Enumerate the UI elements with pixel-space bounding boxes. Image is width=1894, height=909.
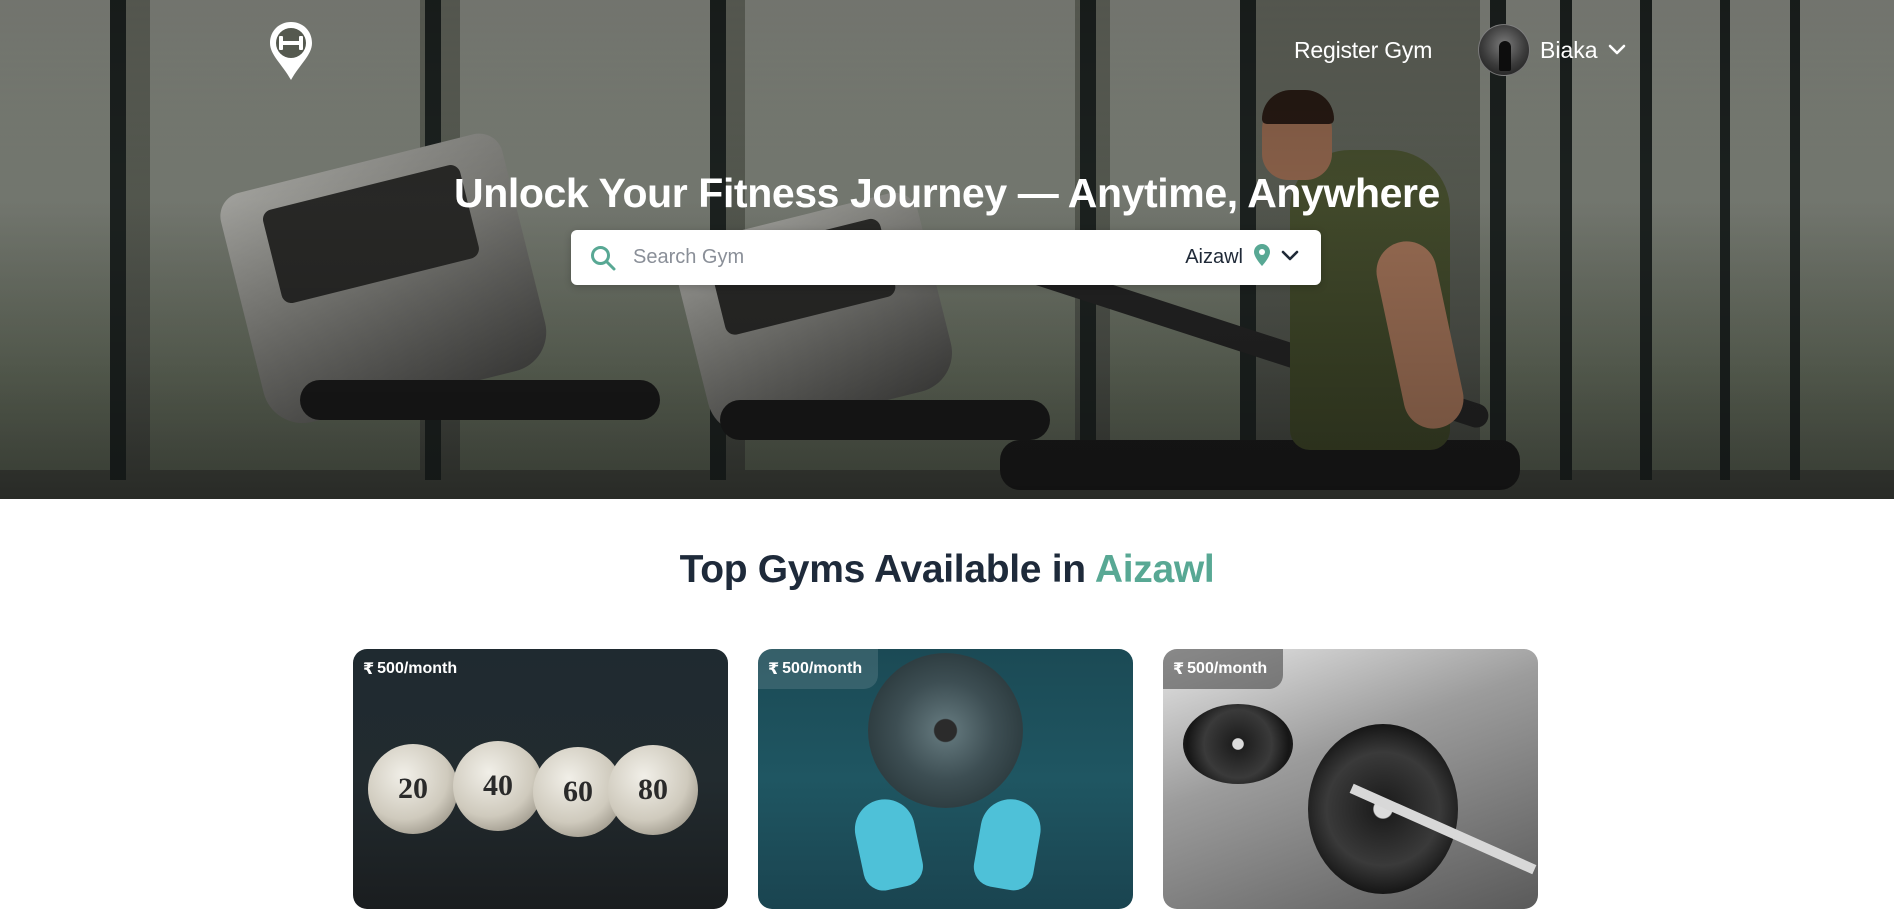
price-text: 500/month xyxy=(782,660,863,677)
rupee-symbol: ₹ xyxy=(1173,661,1185,678)
gym-card-list: 20 40 60 80 ₹ 500/month ₹ 500/month ₹ 50… xyxy=(353,649,1538,909)
chevron-down-icon[interactable] xyxy=(1608,44,1626,56)
search-icon xyxy=(589,244,617,272)
price-badge: ₹ 500/month xyxy=(758,649,879,689)
section-title-prefix: Top Gyms Available in xyxy=(679,548,1087,591)
gym-card[interactable]: 20 40 60 80 ₹ 500/month xyxy=(353,649,728,909)
search-input[interactable] xyxy=(631,236,1155,279)
user-menu[interactable]: Biaka xyxy=(1478,24,1626,76)
section-title: Top Gyms Available in Aizawl xyxy=(0,548,1894,592)
rupee-symbol: ₹ xyxy=(363,661,375,678)
rupee-symbol: ₹ xyxy=(768,661,780,678)
sneaker xyxy=(849,793,927,895)
weight-plate xyxy=(1183,704,1293,784)
medicine-ball: 80 xyxy=(608,745,698,835)
price-text: 500/month xyxy=(1187,660,1268,677)
search-bar[interactable]: Aizawl xyxy=(571,230,1321,285)
register-gym-link[interactable]: Register Gym xyxy=(1294,37,1432,64)
weight-plate xyxy=(1308,724,1458,894)
section-title-city: Aizawl xyxy=(1094,548,1215,591)
chevron-down-icon[interactable] xyxy=(1281,249,1299,267)
price-badge: ₹ 500/month xyxy=(353,649,473,689)
dumbbell-location-pin-icon[interactable] xyxy=(268,20,314,82)
medicine-ball: 40 xyxy=(453,741,543,831)
location-dropdown[interactable]: Aizawl xyxy=(1185,243,1299,272)
gym-card[interactable]: ₹ 500/month xyxy=(758,649,1133,909)
map-pin-icon xyxy=(1253,243,1271,272)
user-name: Biaka xyxy=(1540,36,1598,63)
gym-card[interactable]: ₹ 500/month xyxy=(1163,649,1538,909)
price-text: 500/month xyxy=(377,660,458,677)
user-avatar[interactable] xyxy=(1478,24,1530,76)
weight-plate xyxy=(868,653,1023,808)
location-name: Aizawl xyxy=(1185,246,1243,268)
price-badge: ₹ 500/month xyxy=(1163,649,1284,689)
sneaker xyxy=(970,794,1046,894)
hero-title: Unlock Your Fitness Journey — Anytime, A… xyxy=(454,170,1440,216)
medicine-ball: 20 xyxy=(368,744,458,834)
